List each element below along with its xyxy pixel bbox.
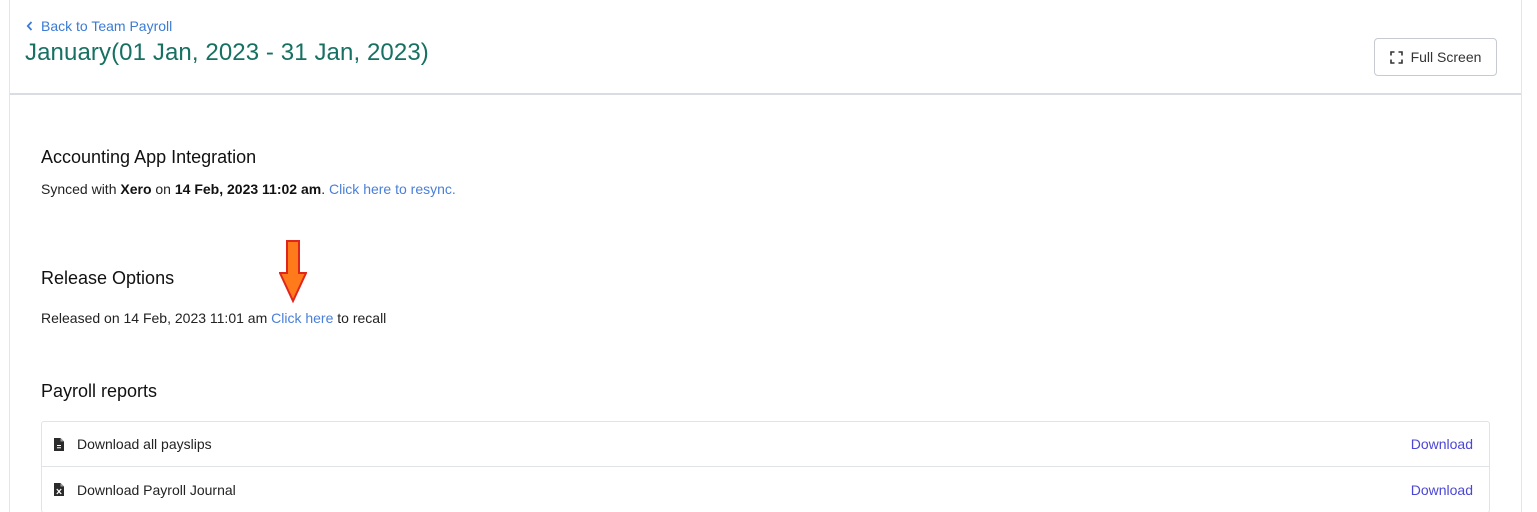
back-to-team-payroll-link[interactable]: Back to Team Payroll bbox=[26, 18, 172, 34]
release-text-suffix: to recall bbox=[333, 310, 387, 326]
release-status: Released on 14 Feb, 2023 11:01 am Click … bbox=[41, 310, 386, 326]
download-payslips-link[interactable]: Download bbox=[1411, 436, 1473, 452]
report-label: Download all payslips bbox=[77, 436, 212, 452]
full-screen-button[interactable]: Full Screen bbox=[1374, 38, 1497, 76]
report-row-payroll-journal: Download Payroll Journal Download bbox=[42, 467, 1489, 512]
release-options-title: Release Options bbox=[41, 268, 175, 288]
chevron-left-icon bbox=[26, 21, 33, 31]
integration-text-on: on bbox=[151, 181, 175, 197]
file-icon bbox=[54, 437, 66, 451]
report-row-payslips: Download all payslips Download bbox=[42, 422, 1489, 467]
recall-link[interactable]: Click here bbox=[271, 310, 333, 326]
payroll-reports-title: Payroll reports bbox=[41, 381, 158, 401]
release-text-prefix: Released on 14 Feb, 2023 11:01 am bbox=[41, 310, 272, 326]
page-header: Back to Team Payroll January(01 Jan, 202… bbox=[10, 0, 1521, 95]
integration-app-name: Xero bbox=[120, 181, 152, 197]
page-title: January(01 Jan, 2023 - 31 Jan, 2023) bbox=[25, 39, 429, 66]
integration-status: Synced with Xero on 14 Feb, 2023 11:02 a… bbox=[41, 181, 456, 197]
download-payroll-journal-link[interactable]: Download bbox=[1411, 482, 1473, 498]
integration-synced-at: 14 Feb, 2023 11:02 am bbox=[174, 181, 322, 197]
excel-file-icon bbox=[54, 483, 66, 496]
integration-text-period: . bbox=[321, 181, 329, 197]
report-label: Download Payroll Journal bbox=[77, 481, 236, 498]
back-link-label: Back to Team Payroll bbox=[41, 18, 173, 34]
payroll-page: Back to Team Payroll January(01 Jan, 202… bbox=[9, 0, 1522, 512]
expand-icon bbox=[1389, 50, 1403, 64]
annotation-arrow-icon bbox=[279, 240, 307, 303]
payroll-reports-list: Download all payslips Download Download … bbox=[41, 421, 1490, 512]
integration-title: Accounting App Integration bbox=[41, 147, 257, 167]
integration-text-prefix: Synced with bbox=[41, 181, 121, 197]
full-screen-label: Full Screen bbox=[1410, 49, 1482, 65]
resync-link[interactable]: Click here to resync. bbox=[329, 181, 456, 197]
